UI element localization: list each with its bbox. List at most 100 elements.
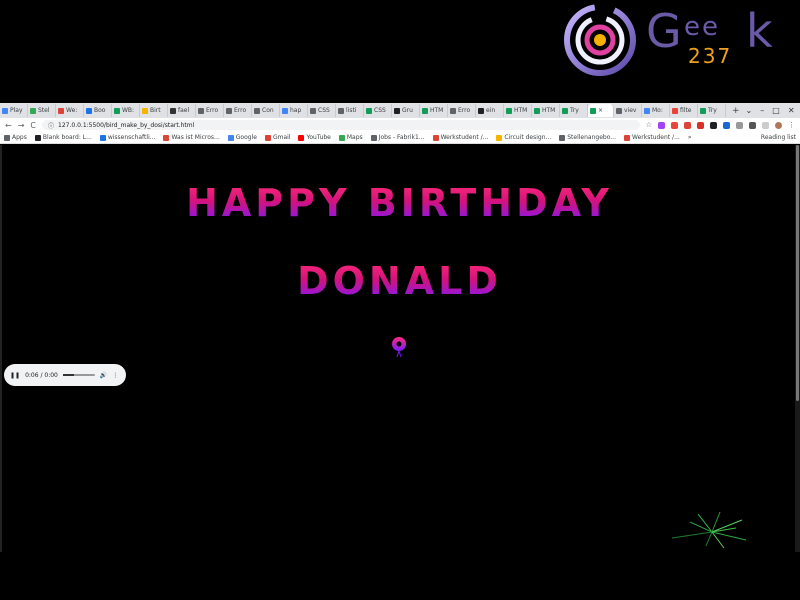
tab-7[interactable]: Erro	[196, 104, 224, 117]
audio-more-button[interactable]: ⋮	[112, 372, 118, 379]
bookmark-label: Jobs - Fabrik1...	[378, 134, 425, 141]
bookmark-label: Werkstudent /...	[632, 134, 680, 141]
bookmark-favicon-icon	[559, 134, 566, 141]
scrollbar-thumb[interactable]	[796, 145, 799, 401]
new-tab-button[interactable]: +	[726, 106, 746, 116]
profile-avatar[interactable]	[775, 121, 782, 129]
address-bar[interactable]: ⓘ 127.0.0.1:5500/bird_make_by_dosi/start…	[42, 120, 640, 130]
bookmark-item[interactable]: Jobs - Fabrik1...	[370, 134, 425, 141]
balloon-icon	[392, 337, 406, 358]
bookmark-item[interactable]: Blank board: L...	[34, 134, 92, 141]
tab-11[interactable]: CSS	[308, 104, 336, 117]
info-icon[interactable]: ⓘ	[48, 121, 54, 130]
tab-4[interactable]: WB:	[112, 104, 140, 117]
bookmark-item[interactable]: Circuit design...	[496, 134, 551, 141]
bookmark-favicon-icon	[227, 134, 234, 141]
tab-0[interactable]: Play	[0, 104, 28, 117]
tab-favicon-icon	[86, 107, 92, 114]
tab-label: Try	[570, 107, 579, 114]
bookmark-item[interactable]: Werkstudent /...	[432, 134, 488, 141]
pause-button[interactable]: ❚❚	[10, 372, 20, 379]
tab-favicon-icon	[2, 107, 8, 114]
tab-2[interactable]: We:	[56, 104, 84, 117]
bookmark-star-icon[interactable]: ☆	[646, 121, 652, 129]
close-window-button[interactable]: ✕	[788, 106, 795, 115]
audio-progress-bar[interactable]	[62, 374, 95, 376]
tab-favicon-icon	[282, 107, 288, 114]
bookmark-item[interactable]: Werkstudent /...	[624, 134, 680, 141]
tab-label: HTM	[514, 107, 528, 114]
tab-18[interactable]: HTM	[504, 104, 532, 117]
reading-mode-icon[interactable]	[762, 121, 769, 129]
tab-6[interactable]: fael	[168, 104, 196, 117]
bookmark-list: Apps Blank board: L... wissenschaftli... Wa…	[4, 134, 680, 141]
minimize-button[interactable]: –	[760, 106, 764, 115]
bookmarks-bar: Apps Blank board: L... wissenschaftli... Wa…	[0, 132, 800, 144]
bookmark-item[interactable]: Stellenangebo...	[559, 134, 616, 141]
tab-label: WB:	[122, 107, 135, 114]
extension-icon-3[interactable]	[684, 121, 691, 129]
tab-after-3[interactable]: Try	[698, 104, 726, 117]
tab-search-icon[interactable]: ⌄	[746, 106, 753, 115]
tab-after-2[interactable]: filte	[670, 104, 698, 117]
active-tab-0[interactable]: ×	[588, 104, 614, 117]
tab-12[interactable]: listi	[336, 104, 364, 117]
scrollbar[interactable]	[795, 145, 800, 552]
maximize-button[interactable]: □	[772, 106, 780, 115]
tab-favicon-icon	[534, 107, 540, 114]
back-button[interactable]: ←	[5, 121, 12, 130]
bookmark-item[interactable]: Gmail	[264, 134, 290, 141]
tab-10[interactable]: hap	[280, 104, 308, 117]
tab-16[interactable]: Erro	[448, 104, 476, 117]
tab-after-1[interactable]: Mo:	[642, 104, 670, 117]
firework-sparkle	[671, 511, 747, 549]
puzzle-icon[interactable]	[749, 121, 756, 129]
reading-list-button[interactable]: Reading list	[761, 134, 796, 141]
tab-favicon-icon	[30, 107, 36, 114]
bookmark-item[interactable]: Google	[227, 134, 257, 141]
tab-after-0[interactable]: viev	[614, 104, 642, 117]
window-controls: ⌄ – □ ✕	[746, 106, 800, 115]
extension-icon-4[interactable]	[697, 121, 704, 129]
tab-favicon-icon	[254, 107, 260, 114]
bookmark-favicon-icon	[496, 134, 503, 141]
forward-button[interactable]: →	[18, 121, 25, 130]
extension-icon-6[interactable]	[723, 121, 730, 129]
tab-5[interactable]: Birt	[140, 104, 168, 117]
tab-15[interactable]: HTM	[420, 104, 448, 117]
bookmark-item[interactable]: Apps	[4, 134, 27, 141]
bookmark-item[interactable]: Was ist Micros...	[163, 134, 220, 141]
reload-button[interactable]: C	[30, 121, 36, 130]
tab-favicon-icon	[142, 107, 148, 114]
menu-icon[interactable]: ⋮	[788, 121, 795, 129]
bookmark-label: Google	[235, 134, 257, 141]
tab-1[interactable]: Stel	[28, 104, 56, 117]
extension-icon-7[interactable]	[736, 121, 743, 129]
tab-label: CSS	[374, 107, 386, 114]
extension-icon-1[interactable]	[658, 121, 665, 129]
bookmark-label: Maps	[346, 134, 363, 141]
tabs: Play Stel We: Boo WB: Birt fael Erro Erro Con hap C…	[0, 104, 726, 117]
bookmark-item[interactable]: YouTube	[298, 134, 331, 141]
greeting-name: DONALD	[2, 259, 797, 303]
browser-window: Play Stel We: Boo WB: Birt fael Erro Erro Con hap C…	[0, 103, 800, 552]
tab-14[interactable]: Gru	[392, 104, 420, 117]
tab-20[interactable]: Try	[560, 104, 588, 117]
tab-favicon-icon	[310, 107, 316, 114]
bookmark-item[interactable]: wissenschaftli...	[99, 134, 155, 141]
tab-label: ein	[486, 107, 496, 114]
tab-label: HTM	[542, 107, 556, 114]
extension-icon-2[interactable]	[671, 121, 678, 129]
tab-9[interactable]: Con	[252, 104, 280, 117]
tab-13[interactable]: CSS	[364, 104, 392, 117]
tab-3[interactable]: Boo	[84, 104, 112, 117]
tab-17[interactable]: ein	[476, 104, 504, 117]
tab-8[interactable]: Erro	[224, 104, 252, 117]
bookmarks-overflow[interactable]: »	[688, 134, 692, 141]
bookmark-item[interactable]: Maps	[338, 134, 363, 141]
extension-icon-5[interactable]	[710, 121, 717, 129]
volume-icon[interactable]: 🔊	[100, 372, 107, 379]
tab-19[interactable]: HTM	[532, 104, 560, 117]
tab-label: We:	[66, 107, 78, 114]
tab-favicon-icon	[450, 107, 456, 114]
